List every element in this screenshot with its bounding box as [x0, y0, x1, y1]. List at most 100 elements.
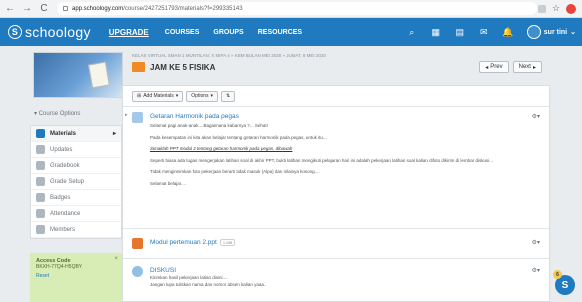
sidebar-item-label: Materials — [50, 130, 77, 137]
attendance-icon — [36, 209, 45, 218]
upgrade-link[interactable]: UPGRADE — [109, 28, 149, 37]
page-icon — [132, 112, 143, 123]
prev-label: Prev — [490, 64, 503, 70]
browser-toolbar: ← → C app.schoology.com /course/24272517… — [0, 0, 582, 18]
address-bar[interactable]: app.schoology.com /course/2427251793/mat… — [57, 2, 537, 15]
chat-label: S — [561, 279, 569, 291]
list-item: DISKUSI ⚙▾ Kirimkan hasil pekerjaan lati… — [123, 264, 549, 300]
sidebar-item-grade-setup[interactable]: Grade Setup — [31, 174, 121, 190]
sidebar-item-badges[interactable]: Badges — [31, 190, 121, 206]
profile-avatar-icon[interactable] — [566, 3, 576, 14]
divider — [123, 258, 549, 259]
move-icon: ⇅ — [226, 93, 231, 99]
description-text: Pada kesempatan ini kita akan belajar te… — [150, 134, 327, 140]
nav-courses[interactable]: COURSES — [165, 29, 200, 36]
course-options-label: Course Options — [38, 111, 81, 117]
sidebar-item-updates[interactable]: Updates — [31, 142, 121, 158]
description-link[interactable]: Simaklah PPT modul 2 tentang getaran har… — [150, 146, 530, 153]
file-title-row[interactable]: Modul pertemuan 2.ppt 1 MB — [150, 238, 236, 246]
apps-grid-icon[interactable]: ▦ — [431, 27, 441, 37]
main-nav: COURSES GROUPS RESOURCES — [165, 29, 302, 36]
item-description: Kirimkan hasil pekerjaan latian disini..… — [150, 275, 530, 288]
add-materials-label: Add Materials — [143, 93, 174, 99]
app-header: S schoology UPGRADE COURSES GROUPS RESOU… — [0, 18, 582, 46]
description-text: Tidak menginnimkan foto pekerjaan berart… — [150, 169, 320, 174]
list-item: Modul pertemuan 2.ppt 1 MB ⚙▾ — [123, 235, 549, 255]
course-menu: Materials ▸ Updates Gradebook Grade Setu… — [30, 125, 122, 239]
sidebar-item-label: Updates — [50, 146, 73, 153]
brand-name: schoology — [25, 24, 91, 40]
course-options-link[interactable]: ▾ Course Options — [34, 110, 125, 117]
move-button[interactable]: ⇅ — [221, 90, 236, 102]
messages-icon[interactable]: ✉ — [479, 27, 489, 37]
description-text: Jangan lupa tuliskan nama dan nomor abse… — [150, 281, 267, 287]
chat-button[interactable]: S 6 — [553, 270, 575, 295]
description-text: Seperti biasa ada tugas mengerjakan lati… — [150, 157, 493, 163]
options-button[interactable]: Options ▾ — [186, 90, 219, 102]
description-text: Selamat belajar.... — [150, 180, 187, 186]
sidebar-item-label: Attendance — [50, 210, 81, 217]
chevron-left-icon: ◂ — [485, 64, 489, 71]
updates-icon — [36, 145, 45, 154]
discussion-icon — [132, 266, 143, 277]
folder-icon — [132, 62, 145, 72]
logo-s-badge: S — [8, 25, 22, 39]
access-code-value: BKXH-77Q4-H5QBY — [36, 264, 83, 270]
divider — [123, 228, 549, 229]
materials-main: KELAS VIRTUAL SMAN 1 MUNTILAN: X MIPA 4 … — [122, 52, 550, 302]
sidebar-item-attendance[interactable]: Attendance — [31, 206, 121, 222]
ppt-file-icon — [132, 238, 143, 249]
course-sidebar: ▾ Course Options Materials ▸ Updates Gra… — [30, 52, 125, 302]
chevron-right-icon: ▸ — [125, 112, 128, 118]
item-title[interactable]: DISKUSI — [150, 267, 176, 274]
grade-setup-icon — [36, 177, 45, 186]
gear-icon[interactable]: ⚙▾ — [532, 113, 540, 120]
nav-resources[interactable]: RESOURCES — [258, 29, 302, 36]
add-icon: ⊞ — [137, 93, 142, 99]
next-button[interactable]: Next ▸ — [512, 61, 542, 73]
url-host: app.schoology.com — [72, 5, 124, 12]
access-code-reset-link[interactable]: Reset — [36, 273, 116, 279]
chevron-down-icon: ▾ — [210, 93, 214, 99]
calendar-icon[interactable]: ▤ — [455, 27, 465, 37]
sidebar-item-members[interactable]: Members — [31, 222, 121, 238]
sidebar-item-label: Badges — [50, 194, 71, 201]
item-title[interactable]: Getaran Harmonik pada pegas — [150, 113, 239, 120]
access-code-box: × Access Code BKXH-77Q4-H5QBY Reset — [30, 253, 122, 302]
materials-toolbar: ⊞ Add Materials ▾ Options ▾ ⇅ — [123, 86, 549, 107]
extension-icon[interactable] — [537, 4, 546, 13]
add-materials-button[interactable]: ⊞ Add Materials ▾ — [132, 90, 184, 102]
file-size-badge: 1 MB — [219, 238, 236, 246]
folder-pager: ◂ Prev Next ▸ — [479, 61, 542, 73]
nav-groups[interactable]: GROUPS — [213, 29, 243, 36]
user-name: sur tini — [543, 28, 568, 36]
next-label: Next — [518, 64, 531, 70]
sidebar-item-label: Grade Setup — [50, 178, 85, 185]
breadcrumb[interactable]: KELAS VIRTUAL SMAN 1 MUNTILAN: X MIPA 4 … — [132, 53, 550, 58]
notifications-icon[interactable]: 🔔 — [502, 27, 513, 37]
lock-icon — [63, 6, 68, 11]
options-label: Options — [191, 93, 209, 99]
back-icon[interactable]: ← — [5, 3, 15, 14]
gear-icon[interactable]: ⚙▾ — [532, 239, 540, 246]
item-title[interactable]: Modul pertemuan 2.ppt — [150, 239, 217, 246]
course-image — [33, 52, 123, 98]
chat-count-badge: 6 — [553, 270, 562, 279]
close-icon[interactable]: × — [114, 256, 118, 262]
sidebar-item-gradebook[interactable]: Gradebook — [31, 158, 121, 174]
sidebar-item-label: Members — [50, 226, 76, 233]
chevron-down-icon: ▾ — [175, 93, 179, 99]
search-icon[interactable]: ⌕ — [407, 27, 417, 37]
reload-icon[interactable]: C — [39, 3, 49, 14]
members-icon — [36, 225, 45, 234]
gear-icon[interactable]: ⚙▾ — [532, 267, 540, 274]
description-text: Selamat pagi anak-anak....Bagaimana kaba… — [150, 123, 268, 128]
prev-button[interactable]: ◂ Prev — [479, 61, 509, 73]
schoology-logo[interactable]: S schoology — [0, 24, 91, 40]
chevron-right-icon: ▸ — [532, 64, 536, 71]
forward-icon[interactable]: → — [22, 3, 32, 14]
badges-icon — [36, 193, 45, 202]
sidebar-item-materials[interactable]: Materials ▸ — [31, 126, 121, 142]
user-menu[interactable]: sur tini ⌄ — [526, 25, 576, 39]
bookmark-star-icon[interactable]: ☆ — [552, 3, 560, 14]
